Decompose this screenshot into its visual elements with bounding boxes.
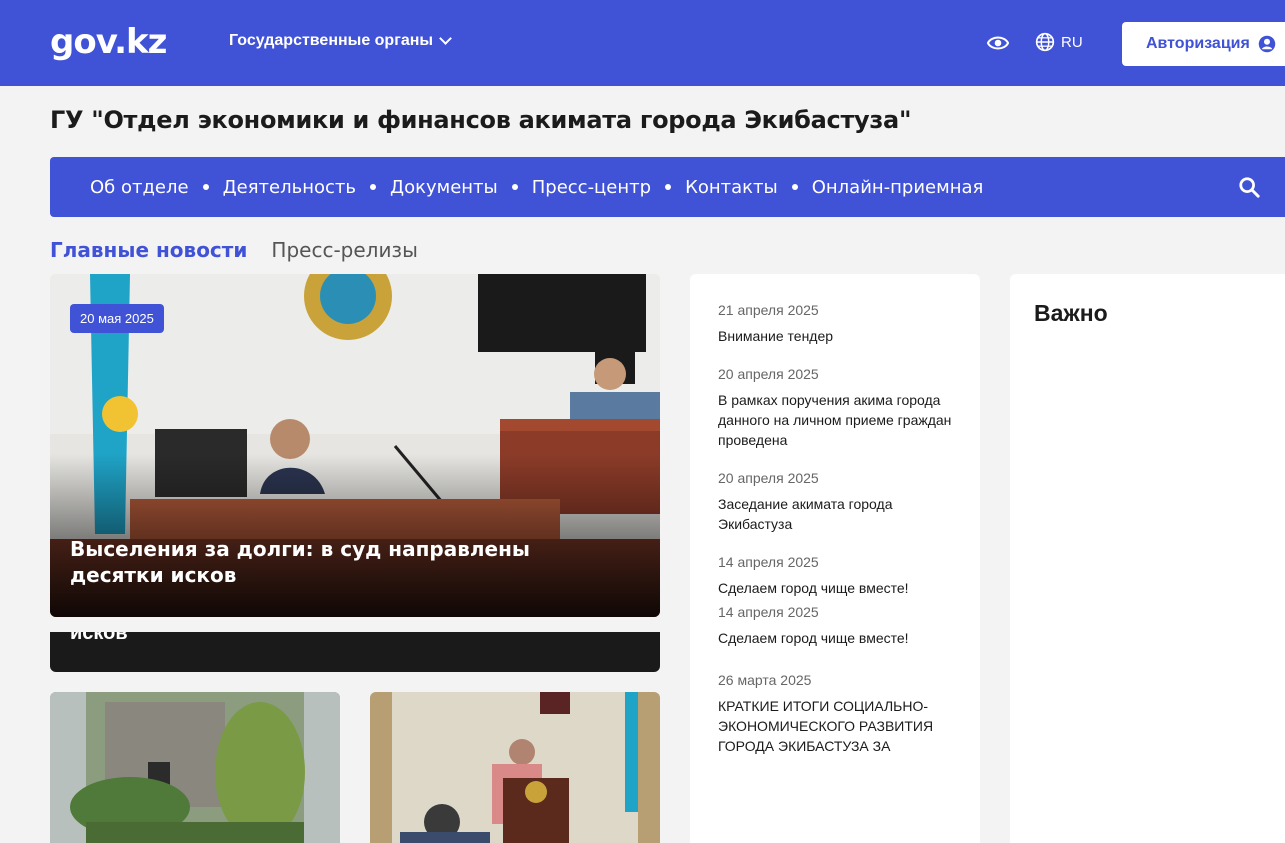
news-date: 14 апреля 2025 [718,554,819,570]
nav-item-documents[interactable]: Документы [390,177,498,198]
search-icon[interactable] [1238,176,1260,198]
nav-item-activity[interactable]: Деятельность [223,177,356,198]
nav-separator [665,184,672,190]
nav-item-contacts[interactable]: Контакты [685,177,778,198]
news-list: 21 апреля 2025 Внимание тендер 20 апреля… [690,274,980,843]
news-date: 21 апреля 2025 [718,302,819,318]
featured-news-card[interactable]: 20 мая 2025 Выселения за долги: в суд на… [50,274,660,617]
list-item[interactable]: 20 апреля 2025 Заседание акимата города … [718,470,952,534]
list-item[interactable]: 26 марта 2025 КРАТКИЕ ИТОГИ СОЦИАЛЬНО-ЭК… [718,672,952,756]
nav-items: Об отделе Деятельность Документы Пресс-ц… [90,157,983,217]
login-label: Авторизация [1146,35,1250,52]
nav-separator [202,184,209,190]
language-switcher[interactable]: RU [1035,32,1083,52]
page-title: ГУ "Отдел экономики и финансов акимата г… [50,106,912,134]
news-title[interactable]: Заседание акимата города Экибастуза [718,494,952,534]
featured-news-title[interactable]: Выселения за долги: в суд направлены дес… [70,536,590,588]
important-panel: Важно [1010,274,1285,843]
nav-separator [511,184,518,190]
eye-icon[interactable] [987,32,1009,54]
main-navigation: Об отделе Деятельность Документы Пресс-ц… [50,157,1285,217]
list-item[interactable]: 14 апреля 2025 Сделаем город чище вместе… [718,554,952,598]
chevron-down-icon [439,32,452,45]
list-item[interactable]: 21 апреля 2025 Внимание тендер [718,302,952,346]
featured-news-ghost-text: исков [70,632,128,644]
news-thumbnail-image [370,692,660,843]
user-icon [1258,35,1276,53]
news-title[interactable]: В рамках поручения акима города данного … [718,390,952,450]
featured-news-date: 20 мая 2025 [70,304,164,333]
government-bodies-menu[interactable]: Государственные органы [229,32,452,50]
news-title[interactable]: Внимание тендер [718,326,952,346]
nav-item-online-reception[interactable]: Онлайн-приемная [812,177,984,198]
news-date: 20 апреля 2025 [718,366,819,382]
top-header: gov.kz Государственные органы RU Авториз… [0,0,1285,86]
news-thumbnail[interactable] [370,692,660,843]
tab-press-releases[interactable]: Пресс-релизы [271,238,417,262]
featured-news-next-slide[interactable]: исков [50,632,660,672]
tab-main-news[interactable]: Главные новости [50,238,247,262]
globe-icon [1035,32,1055,52]
gov-kz-logo[interactable]: gov.kz [50,24,167,60]
news-title[interactable]: Сделаем город чище вместе! [718,628,952,648]
news-title[interactable]: Сделаем город чище вместе! [718,578,952,598]
list-item[interactable]: 14 апреля 2025 Сделаем город чище вместе… [718,604,952,648]
nav-item-press-center[interactable]: Пресс-центр [532,177,651,198]
language-label: RU [1061,33,1083,51]
login-button[interactable]: Авторизация [1122,22,1285,66]
news-thumbnail[interactable] [50,692,340,843]
important-title: Важно [1034,300,1108,326]
nav-separator [370,184,377,190]
nav-separator [791,184,798,190]
news-thumbnail-image [50,692,340,843]
news-date: 26 марта 2025 [718,672,812,688]
news-date: 14 апреля 2025 [718,604,819,620]
list-item[interactable]: 20 апреля 2025 В рамках поручения акима … [718,366,952,450]
news-date: 20 апреля 2025 [718,470,819,486]
government-bodies-label: Государственные органы [229,32,434,49]
nav-item-about[interactable]: Об отделе [90,177,189,198]
news-tabs: Главные новости Пресс-релизы [50,238,418,262]
news-title[interactable]: КРАТКИЕ ИТОГИ СОЦИАЛЬНО-ЭКОНОМИЧЕСКОГО Р… [718,696,952,756]
